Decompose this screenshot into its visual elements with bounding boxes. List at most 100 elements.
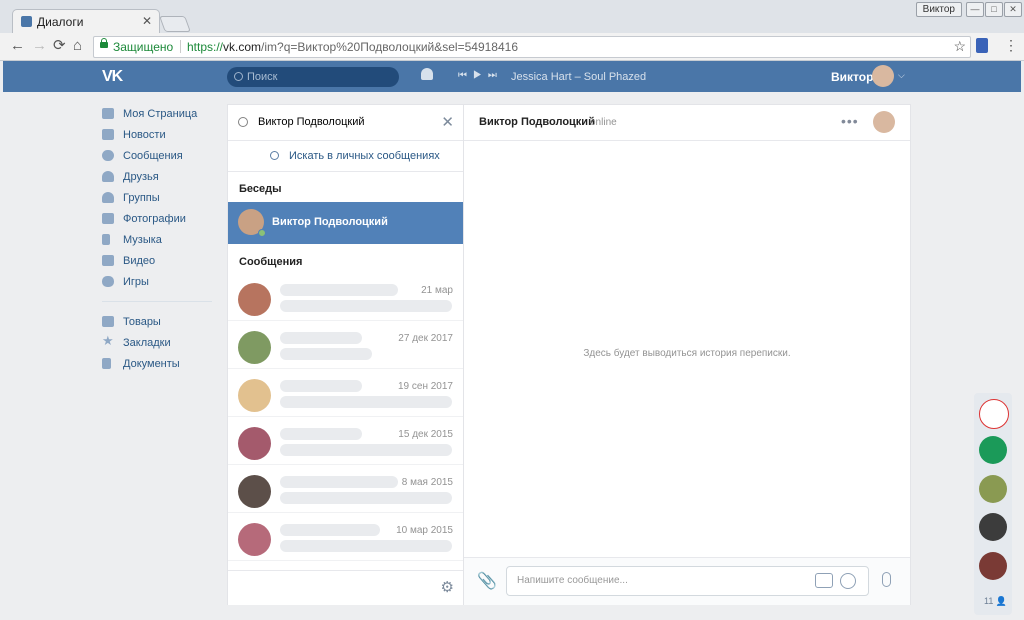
header-search-input[interactable]: Поиск <box>227 67 399 87</box>
avatar[interactable] <box>873 111 895 133</box>
sidebar-item-games[interactable]: Игры <box>102 272 222 293</box>
reload-icon[interactable]: ⟳ <box>53 37 66 55</box>
search-icon <box>270 151 279 160</box>
forward-icon[interactable]: → <box>32 37 47 55</box>
chevron-down-icon[interactable]: ⌵ <box>898 70 905 81</box>
avatar[interactable] <box>979 513 1007 541</box>
browser-titlebar: Диалоги ✕ Виктор — □ ✕ <box>0 0 1024 34</box>
list-item[interactable]: 19 сен 2017 <box>228 369 464 417</box>
url-text[interactable]: https://vk.com/im?q=Виктор%20Подволоцкий… <box>187 40 518 54</box>
redacted-name <box>280 428 362 440</box>
tab-title: Диалоги <box>37 15 84 29</box>
emoji-icon[interactable] <box>840 573 856 589</box>
browser-profile-button[interactable]: Виктор <box>915 2 962 17</box>
list-item[interactable]: 21 мар <box>228 273 464 321</box>
vk-logo[interactable]: VK <box>102 68 123 86</box>
online-status: online <box>590 117 617 128</box>
camera-icon[interactable] <box>815 573 833 588</box>
chat-header: Виктор Подволоцкий online ••• <box>464 105 910 141</box>
sidebar-item-news[interactable]: Новости <box>102 125 222 146</box>
notifications-bell-icon[interactable] <box>421 68 433 80</box>
friends-count[interactable]: 11 👤 <box>984 596 1007 607</box>
sidebar-item-messages[interactable]: Сообщения <box>102 146 222 167</box>
search-query[interactable]: Виктор Подволоцкий <box>258 116 364 128</box>
message-date: 21 мар <box>421 285 453 296</box>
sidebar-item-video[interactable]: Видео <box>102 251 222 272</box>
microphone-icon[interactable] <box>882 572 891 587</box>
maximize-button[interactable]: □ <box>985 2 1003 17</box>
sidebar-divider <box>102 301 212 302</box>
browser-toolbar: ← → ⟳ ⌂ Защищено https://vk.com/im?q=Вик… <box>0 33 1024 61</box>
sidebar-item-photos[interactable]: Фотографии <box>102 209 222 230</box>
home-icon[interactable]: ⌂ <box>73 37 82 55</box>
address-bar[interactable]: Защищено https://vk.com/im?q=Виктор%20По… <box>93 36 971 58</box>
avatar[interactable] <box>979 475 1007 503</box>
message-input[interactable]: Напишите сообщение... <box>506 566 869 596</box>
sidebar-item-label: Друзья <box>123 171 159 183</box>
sidebar-item-label: Игры <box>123 276 149 288</box>
chat-contact-name[interactable]: Виктор Подволоцкий <box>479 116 595 128</box>
redacted-message <box>280 348 372 360</box>
conversation-name: Виктор Подволоцкий <box>272 216 388 228</box>
more-actions-icon[interactable]: ••• <box>841 113 859 129</box>
url-separator <box>180 40 181 53</box>
minimize-button[interactable]: — <box>966 2 984 17</box>
back-icon[interactable]: ← <box>10 37 25 55</box>
avatar <box>238 475 271 508</box>
search-placeholder: Поиск <box>247 71 278 83</box>
sidebar-item-goods[interactable]: Товары <box>102 312 222 333</box>
search-icon <box>234 72 243 81</box>
list-item[interactable]: 15 дек 2015 <box>228 417 464 465</box>
sidebar-item-my-page[interactable]: Моя Страница <box>102 104 222 125</box>
redacted-name <box>280 476 398 488</box>
player-controls[interactable]: ⏮▶⏭ <box>458 70 503 81</box>
extension-icon[interactable] <box>976 38 988 53</box>
sidebar-item-bookmarks[interactable]: ★ Закладки <box>102 333 222 354</box>
gear-icon[interactable]: ⚙ <box>441 580 454 595</box>
bag-icon <box>102 316 114 327</box>
search-in-messages-button[interactable]: Искать в личных сообщениях <box>228 141 464 172</box>
message-results-list: 21 мар 27 дек 2017 19 сен 2017 15 дек 20… <box>228 273 464 561</box>
sidebar-item-groups[interactable]: Группы <box>102 188 222 209</box>
url-scheme: https:// <box>187 40 224 54</box>
home-icon <box>102 108 114 119</box>
dialogs-footer: ⚙ <box>228 570 464 605</box>
news-icon <box>102 129 114 140</box>
browser-menu-icon[interactable]: ⋮ <box>1004 38 1018 52</box>
sidebar-item-label: Новости <box>123 129 166 141</box>
sidebar-item-music[interactable]: Музыка <box>102 230 222 251</box>
redacted-name <box>280 524 380 536</box>
music-icon <box>102 234 110 245</box>
bookmark-star-icon[interactable]: ☆ <box>953 38 966 55</box>
sidebar-item-documents[interactable]: Документы <box>102 354 222 375</box>
friends-icon <box>102 171 114 182</box>
avatar[interactable] <box>979 436 1007 464</box>
now-playing-track[interactable]: Jessica Hart – Soul Phazed <box>511 71 646 83</box>
chat-panel: Виктор Подволоцкий online ••• Здесь буде… <box>463 104 911 605</box>
new-tab-button[interactable] <box>159 16 191 32</box>
list-item[interactable]: 8 мая 2015 <box>228 465 464 513</box>
url-path: /im?q=Виктор%20Подволоцкий&sel=54918416 <box>261 40 518 54</box>
attach-icon[interactable]: 📎 <box>477 571 497 591</box>
avatar[interactable] <box>979 399 1009 429</box>
sidebar-item-label: Моя Страница <box>123 108 198 120</box>
conversation-row-selected[interactable]: Виктор Подволоцкий <box>228 202 464 244</box>
browser-tab[interactable]: Диалоги ✕ <box>12 9 160 34</box>
header-user-name[interactable]: Виктор <box>831 70 873 84</box>
search-in-messages-label: Искать в личных сообщениях <box>289 150 440 162</box>
header-avatar[interactable] <box>872 65 894 87</box>
close-window-button[interactable]: ✕ <box>1004 2 1022 17</box>
avatar[interactable] <box>979 552 1007 580</box>
dialogs-search-input[interactable]: Виктор Подволоцкий ✕ <box>228 105 464 141</box>
clear-search-icon[interactable]: ✕ <box>441 113 454 131</box>
online-indicator <box>258 229 266 237</box>
conversations-heading: Беседы <box>239 183 282 195</box>
list-item[interactable]: 27 дек 2017 <box>228 321 464 369</box>
search-icon <box>238 117 248 127</box>
tab-close-icon[interactable]: ✕ <box>142 14 152 28</box>
online-friends-strip: 11 👤 <box>974 393 1012 615</box>
list-item[interactable]: 10 мар 2015 <box>228 513 464 561</box>
sidebar-item-friends[interactable]: Друзья <box>102 167 222 188</box>
vk-header: VK Поиск ⏮▶⏭ Jessica Hart – Soul Phazed … <box>3 61 1021 92</box>
redacted-message <box>280 492 452 504</box>
